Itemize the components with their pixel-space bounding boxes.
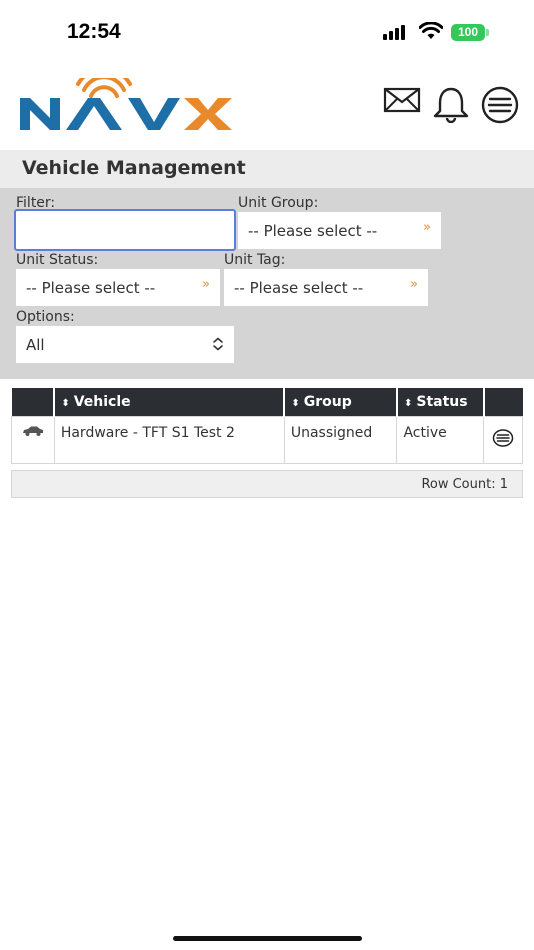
table-header-row: ⬍ Vehicle ⬍ Group ⬍ Status: [11, 388, 523, 417]
home-indicator[interactable]: [173, 936, 362, 941]
unit-status-value: -- Please select --: [26, 278, 156, 297]
updown-chevron-icon: [213, 337, 223, 351]
row-count: Row Count: 1: [11, 470, 523, 498]
title-band: Vehicle Management: [0, 150, 534, 188]
column-header-vehicle[interactable]: ⬍ Vehicle: [53, 388, 285, 417]
status-cell: Active: [396, 416, 485, 464]
vehicle-table: ⬍ Vehicle ⬍ Group ⬍ Status Hardware - TFT S…: [11, 388, 523, 464]
status-time: 12:54: [67, 20, 121, 43]
column-header-group[interactable]: ⬍ Group: [283, 388, 397, 417]
unit-tag-select[interactable]: -- Please select -- »: [224, 269, 428, 306]
actions-column-header: [482, 388, 523, 417]
unit-group-label: Unit Group:: [238, 195, 319, 211]
sort-icon: ⬍: [291, 398, 300, 409]
car-icon: [22, 426, 43, 436]
chevron-right-icon: »: [423, 220, 431, 235]
wifi-icon: [419, 22, 443, 39]
battery-indicator: 100: [451, 24, 485, 41]
mail-icon[interactable]: [383, 86, 421, 114]
unit-tag-label: Unit Tag:: [224, 252, 286, 268]
row-menu-icon[interactable]: [492, 428, 514, 448]
icon-column-header: [11, 388, 55, 417]
column-header-label: Vehicle: [73, 394, 131, 410]
menu-icon[interactable]: [480, 86, 520, 124]
row-actions-cell[interactable]: [483, 416, 523, 464]
group-cell: Unassigned: [283, 416, 398, 464]
unit-group-value: -- Please select --: [248, 221, 378, 240]
options-label: Options:: [16, 309, 75, 325]
vehicle-name-cell[interactable]: Hardware - TFT S1 Test 2: [53, 416, 285, 464]
chevron-right-icon: »: [202, 277, 210, 292]
vehicle-type-cell: [11, 416, 55, 464]
unit-status-label: Unit Status:: [16, 252, 99, 268]
column-header-label: Status: [416, 394, 468, 410]
column-header-label: Group: [303, 394, 352, 410]
signal-icon: [383, 25, 405, 40]
unit-tag-value: -- Please select --: [234, 278, 364, 297]
navx-logo[interactable]: [18, 78, 234, 134]
table-row[interactable]: Hardware - TFT S1 Test 2 Unassigned Acti…: [11, 416, 523, 464]
battery-tip: [486, 29, 489, 36]
bell-icon[interactable]: [432, 87, 470, 123]
filter-input[interactable]: [14, 209, 236, 251]
page-title: Vehicle Management: [22, 157, 246, 179]
unit-status-select[interactable]: -- Please select -- »: [16, 269, 220, 306]
column-header-status[interactable]: ⬍ Status: [395, 388, 484, 417]
sort-icon: ⬍: [403, 398, 413, 409]
chevron-right-icon: »: [410, 277, 418, 292]
unit-group-select[interactable]: -- Please select -- »: [238, 212, 441, 249]
options-select[interactable]: All: [16, 326, 234, 363]
options-value: All: [26, 335, 45, 354]
sort-icon: ⬍: [61, 398, 70, 409]
